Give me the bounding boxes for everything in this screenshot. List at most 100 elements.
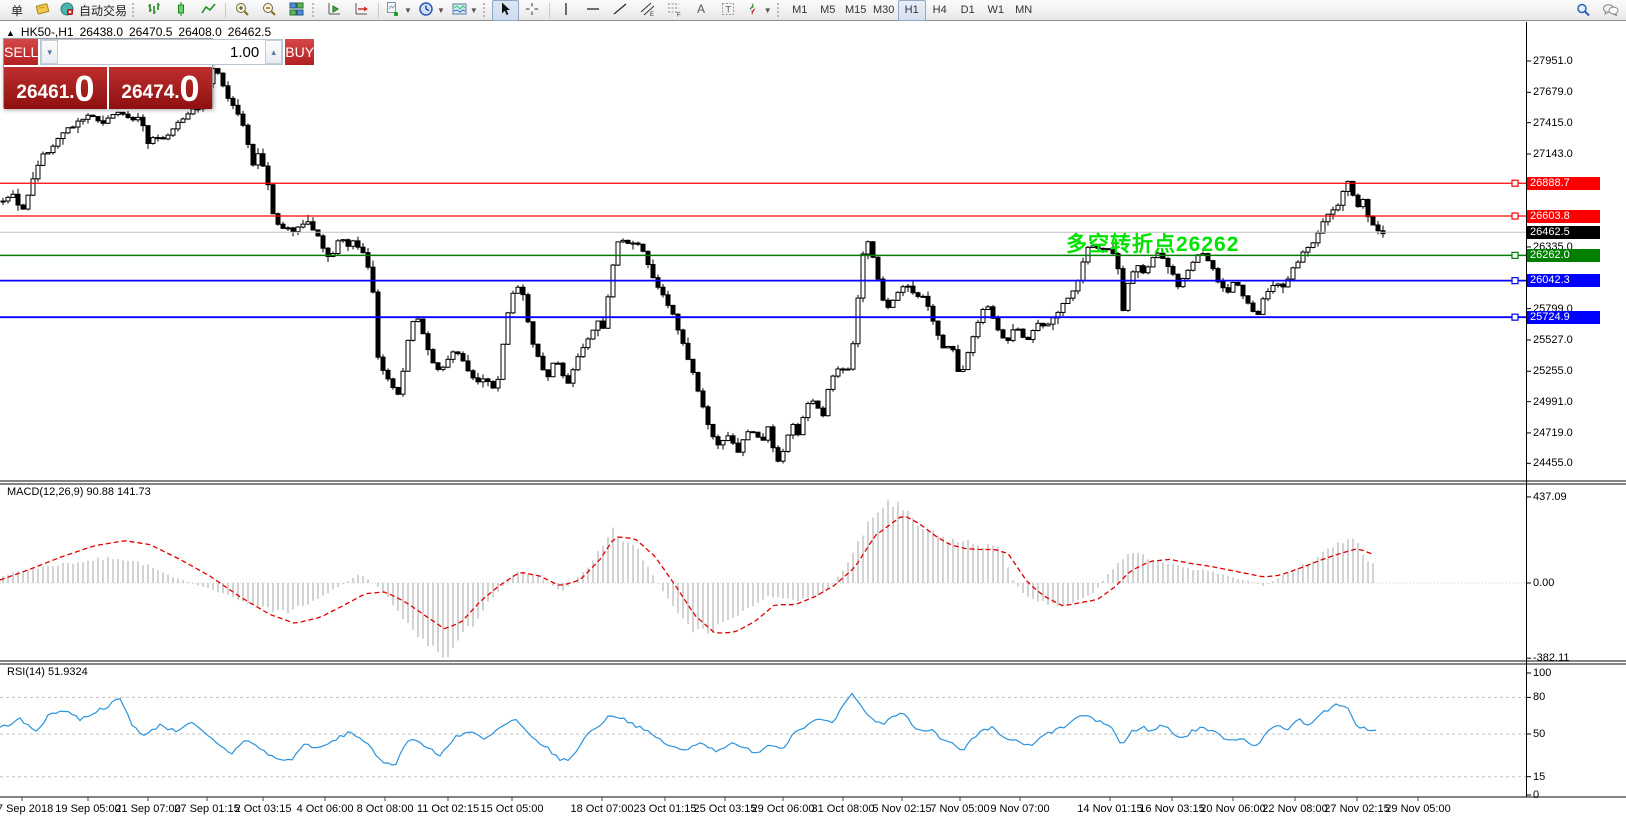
templates-icon xyxy=(451,1,468,20)
templates-button[interactable]: ▼ xyxy=(448,0,481,21)
dropdown-arrow-icon[interactable]: ▼ xyxy=(404,6,412,15)
timeframe-button-h4[interactable]: H4 xyxy=(926,0,954,21)
crosshair-icon xyxy=(524,1,541,20)
time-axis-label: 21 Sep 07:00 xyxy=(115,803,180,815)
sell-price-main: 26461 xyxy=(16,80,69,106)
crosshair-button[interactable] xyxy=(519,0,546,21)
time-axis-label: 5 Nov 02:15 xyxy=(872,803,931,815)
zoom-in-button[interactable] xyxy=(229,0,256,21)
auto-scroll-button[interactable] xyxy=(348,0,375,21)
new-order-button[interactable] xyxy=(29,0,56,21)
bar-chart-button[interactable] xyxy=(141,0,168,21)
text-label-button[interactable]: T xyxy=(715,0,742,21)
chart-canvas[interactable] xyxy=(0,21,1626,821)
zoom-out-icon xyxy=(261,1,278,20)
time-axis-label: 25 Oct 03:15 xyxy=(694,803,757,815)
timeframe-button-m1[interactable]: M1 xyxy=(786,0,814,21)
time-axis-label: 11 Oct 02:15 xyxy=(417,803,479,815)
timeframe-button-mn[interactable]: MN xyxy=(1010,0,1038,21)
cursor-button[interactable] xyxy=(492,0,519,21)
buy-price[interactable]: 26474.0 xyxy=(109,67,212,109)
time-axis-label: 14 Nov 01:15 xyxy=(1077,803,1142,815)
sell-price-pips: 0 xyxy=(75,72,95,106)
time-axis-label: 17 Sep 2018 xyxy=(0,803,53,815)
buy-button[interactable]: BUY xyxy=(283,39,314,65)
timeframe-button-w1[interactable]: W1 xyxy=(982,0,1010,21)
sell-price[interactable]: 26461.0 xyxy=(4,67,109,109)
macd-tick-label: -382.11 xyxy=(1533,652,1570,664)
price-axis[interactable] xyxy=(1526,21,1626,797)
chart-window: ▲HK50-,H126438.026470.526408.026462.5 SE… xyxy=(0,21,1626,821)
symbol-period-label: HK50-,H1 xyxy=(21,25,74,39)
bar-chart-icon xyxy=(146,1,163,20)
indicators-button[interactable]: ▼ xyxy=(382,0,415,21)
volume-input[interactable] xyxy=(58,40,265,64)
line-chart-icon xyxy=(200,1,217,20)
timeframe-button-m5[interactable]: M5 xyxy=(814,0,842,21)
price-tick-label: 24991.0 xyxy=(1533,396,1573,408)
rsi-tick-label: 50 xyxy=(1533,728,1545,740)
arrows-button[interactable]: ▼ xyxy=(742,0,775,21)
fibo-icon: F xyxy=(666,1,683,20)
channel-icon: E xyxy=(639,1,656,20)
channel-button[interactable]: E xyxy=(634,0,661,21)
auto-scroll-icon xyxy=(353,1,370,20)
text-button[interactable]: A xyxy=(688,0,715,21)
arrows-icon xyxy=(745,1,762,20)
toolbar-grip xyxy=(312,3,317,17)
svg-text:T: T xyxy=(725,4,731,14)
volume-stepper: ▼ ▲ xyxy=(40,39,283,65)
rsi-indicator-label: RSI(14) 51.9324 xyxy=(7,666,88,678)
tile-windows-button[interactable] xyxy=(283,0,310,21)
price-tick-label: 27415.0 xyxy=(1533,117,1573,129)
buy-price-main: 26474 xyxy=(121,80,174,106)
periods-button[interactable]: ▼ xyxy=(415,0,448,21)
buy-price-pips: 0 xyxy=(180,72,200,106)
dropdown-arrow-icon[interactable]: ▼ xyxy=(437,6,445,15)
hline-price-badge: 26603.8 xyxy=(1527,210,1600,223)
autotrade-button-label: 自动交易 xyxy=(79,2,127,19)
price-tick-label: 27679.0 xyxy=(1533,86,1573,98)
periods-icon xyxy=(418,1,435,20)
time-axis-label: 2 Oct 03:15 xyxy=(235,803,292,815)
time-axis-label: 27 Sep 01:15 xyxy=(174,803,239,815)
trendline-icon xyxy=(612,1,629,20)
autotrade-button[interactable]: 自动交易 xyxy=(56,0,130,21)
time-axis-label: 9 Nov 07:00 xyxy=(990,803,1049,815)
timeframe-button-m15[interactable]: M15 xyxy=(842,0,870,21)
mt4-window: 单 自动交易 ▼ ▼ ▼ EFAT ▼ M1M5M15M30H1H4D1W1MN ▲ HK50-… xyxy=(0,0,1626,821)
timeframe-button-m30[interactable]: M30 xyxy=(870,0,898,21)
hline-button[interactable] xyxy=(580,0,607,21)
timeframe-button-h1[interactable]: H1 xyxy=(898,0,926,21)
timeframe-button-d1[interactable]: D1 xyxy=(954,0,982,21)
scroll-to-end-button[interactable] xyxy=(321,0,348,21)
toolbar-groups: 单 自动交易 ▼ ▼ ▼ EFAT ▼ M1M5M15M30H1H4D1W1MN xyxy=(2,0,1038,20)
new-order-partial-button[interactable]: 单 xyxy=(2,0,29,21)
vline-button[interactable] xyxy=(553,0,580,21)
volume-decrease-button[interactable]: ▼ xyxy=(41,40,58,64)
toolbar-separator xyxy=(378,3,379,18)
sell-button[interactable]: SELL xyxy=(4,39,40,65)
zoom-out-button[interactable] xyxy=(256,0,283,21)
one-click-toggle-icon[interactable]: ▲ xyxy=(6,28,15,38)
macd-indicator-label: MACD(12,26,9) 90.88 141.73 xyxy=(7,486,151,498)
chat-button[interactable] xyxy=(1597,0,1624,21)
chart-text-annotation[interactable]: 多空转折点26262 xyxy=(1066,228,1239,258)
line-chart-button[interactable] xyxy=(195,0,222,21)
fibonacci-button[interactable]: F xyxy=(661,0,688,21)
price-tick-label: 27951.0 xyxy=(1533,55,1573,67)
trendline-button[interactable] xyxy=(607,0,634,21)
dropdown-arrow-icon[interactable]: ▼ xyxy=(470,6,478,15)
hline-icon xyxy=(585,1,602,20)
indicators-icon xyxy=(385,1,402,20)
vline-icon xyxy=(558,1,575,20)
scroll-end-icon xyxy=(326,1,343,20)
search-button[interactable] xyxy=(1570,0,1597,21)
macd-tick-label: 0.00 xyxy=(1533,577,1554,589)
volume-increase-button[interactable]: ▲ xyxy=(265,40,282,64)
macd-tick-label: 437.09 xyxy=(1533,491,1567,503)
time-axis-label: 7 Nov 05:00 xyxy=(930,803,989,815)
close-value: 26462.5 xyxy=(228,25,271,39)
dropdown-arrow-icon[interactable]: ▼ xyxy=(764,6,772,15)
candle-chart-button[interactable] xyxy=(168,0,195,21)
